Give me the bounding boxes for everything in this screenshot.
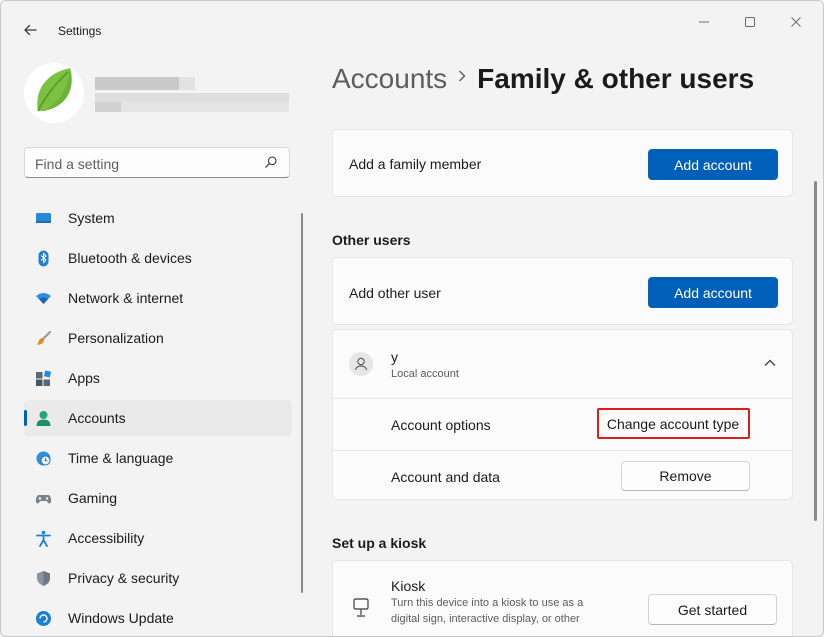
- brush-icon: [37, 330, 52, 345]
- sidebar-item-label: Network & internet: [68, 290, 184, 306]
- sidebar-item-windows-update[interactable]: Windows Update: [24, 600, 292, 636]
- family-card: Add a family member Add account: [332, 129, 793, 197]
- sidebar-item-network[interactable]: Network & internet: [24, 280, 292, 316]
- divider: [333, 450, 792, 451]
- windows-update-icon: [36, 611, 51, 626]
- sidebar-scrollbar[interactable]: [301, 213, 303, 593]
- arrow-left-icon: [24, 24, 37, 36]
- breadcrumb-parent[interactable]: Accounts: [332, 63, 447, 94]
- sidebar-nav: System Bluetooth & devices Network & int…: [24, 200, 292, 636]
- system-icon: [36, 213, 51, 223]
- kiosk-card: Kiosk Turn this device into a kiosk to u…: [332, 560, 793, 636]
- sidebar-item-label: Accessibility: [68, 530, 145, 546]
- divider: [333, 398, 792, 399]
- sidebar-item-time-language[interactable]: Time & language: [24, 440, 292, 476]
- sidebar-item-accounts[interactable]: Accounts: [24, 400, 292, 436]
- add-other-user-label: Add other user: [349, 285, 441, 301]
- kiosk-description-line2: digital sign, interactive display, or ot…: [391, 613, 580, 625]
- shield-icon: [37, 571, 50, 586]
- search-icon[interactable]: [264, 155, 278, 169]
- accounts-icon: [36, 411, 51, 426]
- sidebar-item-label: Accounts: [68, 410, 126, 426]
- chevron-right-icon: [457, 67, 467, 88]
- highlight-box: [597, 408, 750, 439]
- sidebar-item-label: System: [68, 210, 115, 226]
- add-other-user-card: Add other user Add account: [332, 257, 793, 325]
- sidebar-item-label: Privacy & security: [68, 570, 180, 586]
- other-users-title: Other users: [332, 232, 411, 248]
- search-input[interactable]: [25, 148, 267, 179]
- kiosk-name: Kiosk: [391, 578, 426, 594]
- avatar[interactable]: [24, 63, 84, 123]
- kiosk-description-line1: Turn this device into a kiosk to use as …: [391, 597, 584, 609]
- sidebar-item-label: Apps: [68, 370, 100, 386]
- sidebar-item-label: Gaming: [68, 490, 118, 506]
- sidebar-item-label: Bluetooth & devices: [68, 250, 192, 266]
- close-icon: [791, 17, 801, 27]
- search-box: [24, 147, 290, 179]
- remove-button[interactable]: Remove: [621, 461, 750, 491]
- breadcrumb: Accounts Family & other users: [332, 63, 754, 95]
- kiosk-title: Set up a kiosk: [332, 535, 427, 551]
- main-scrollbar[interactable]: [814, 181, 817, 521]
- leaf-icon: [24, 63, 84, 123]
- page-title: Family & other users: [477, 63, 755, 94]
- user-card-header[interactable]: y Local account: [333, 330, 792, 398]
- maximize-button[interactable]: [727, 11, 773, 33]
- account-options-label: Account options: [391, 417, 491, 433]
- sidebar-item-personalization[interactable]: Personalization: [24, 320, 292, 356]
- user-avatar-icon: [349, 352, 373, 376]
- wifi-icon: [36, 293, 51, 304]
- sidebar-item-system[interactable]: System: [24, 200, 292, 236]
- sidebar-item-gaming[interactable]: Gaming: [24, 480, 292, 516]
- maximize-icon: [745, 17, 755, 27]
- account-data-label: Account and data: [391, 469, 500, 485]
- add-other-account-button[interactable]: Add account: [648, 277, 778, 308]
- app-title: Settings: [58, 24, 102, 38]
- minimize-button[interactable]: [681, 11, 727, 33]
- sidebar-item-label: Time & language: [68, 450, 174, 466]
- chevron-up-icon[interactable]: [763, 358, 777, 368]
- title-bar: Settings: [1, 1, 823, 45]
- sidebar-item-bluetooth[interactable]: Bluetooth & devices: [24, 240, 292, 276]
- accessibility-icon: [36, 530, 51, 547]
- close-button[interactable]: [773, 11, 819, 33]
- clock-globe-icon: [36, 451, 51, 466]
- sidebar-item-accessibility[interactable]: Accessibility: [24, 520, 292, 556]
- family-label: Add a family member: [349, 156, 482, 172]
- bluetooth-icon: [38, 250, 49, 267]
- user-card: y Local account Account options Change a…: [332, 329, 793, 500]
- gamepad-icon: [35, 495, 52, 504]
- back-button[interactable]: [19, 18, 43, 42]
- user-account-type: Local account: [391, 368, 459, 380]
- add-family-account-button[interactable]: Add account: [648, 149, 778, 180]
- user-name: y: [391, 349, 398, 365]
- sidebar-item-privacy-security[interactable]: Privacy & security: [24, 560, 292, 596]
- get-started-button[interactable]: Get started: [648, 594, 777, 625]
- kiosk-icon: [353, 598, 369, 617]
- minimize-icon: [699, 21, 709, 23]
- apps-icon: [36, 370, 52, 386]
- sidebar-item-apps[interactable]: Apps: [24, 360, 292, 396]
- sidebar-item-label: Windows Update: [68, 610, 174, 626]
- settings-window: Settings Find a setting System Bluetooth…: [0, 0, 824, 637]
- sidebar-item-label: Personalization: [68, 330, 164, 346]
